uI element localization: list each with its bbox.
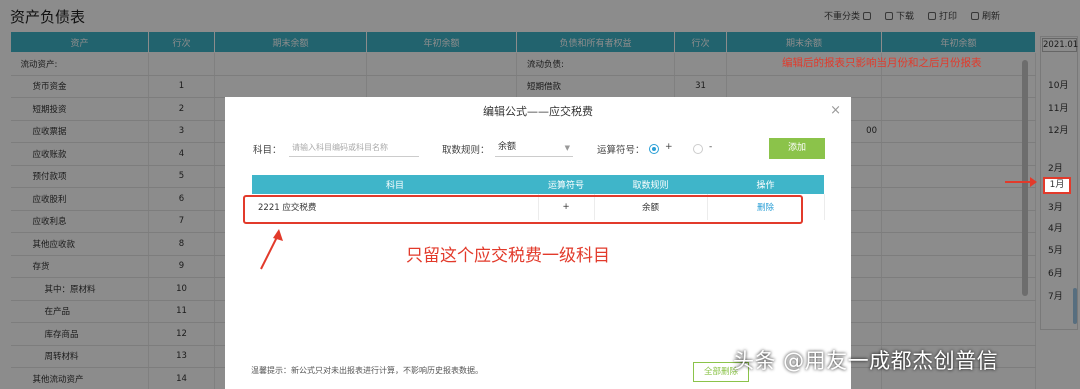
subject-label: 科目： bbox=[253, 145, 282, 156]
col-header: 操作 bbox=[707, 175, 824, 194]
dialog-title: 编辑公式——应交税费 bbox=[483, 105, 593, 118]
close-icon[interactable]: × bbox=[830, 103, 841, 118]
annotation-text: 只留这个应交税费一级科目 bbox=[406, 246, 610, 266]
rule-label: 取数规则： bbox=[442, 145, 490, 156]
col-header: 科目 bbox=[252, 175, 538, 194]
subject-input[interactable] bbox=[289, 139, 419, 157]
col-header: 运算符号 bbox=[538, 175, 594, 194]
arrow-icon bbox=[260, 229, 283, 270]
rule-value: 余额 bbox=[498, 142, 517, 152]
month-note: 编辑后的报表只影响当月份和之后月份报表 bbox=[782, 57, 982, 69]
arrow-icon bbox=[1005, 177, 1037, 187]
plus-radio-label: + bbox=[665, 142, 673, 152]
highlight-box bbox=[243, 195, 803, 224]
minus-radio[interactable] bbox=[693, 144, 703, 154]
current-month[interactable]: 1月 bbox=[1043, 177, 1071, 194]
operator-label: 运算符号： bbox=[597, 145, 645, 156]
minus-radio-label: - bbox=[709, 142, 713, 152]
col-header: 取数规则 bbox=[594, 175, 707, 194]
formula-header-row: 科目 运算符号 取数规则 操作 bbox=[252, 175, 824, 194]
plus-radio[interactable] bbox=[649, 144, 659, 154]
add-button[interactable]: 添加 bbox=[769, 138, 825, 159]
tip-text: 温馨提示：新公式只对未出报表进行计算，不影响历史报表数据。 bbox=[251, 366, 483, 375]
chevron-down-icon: ▼ bbox=[564, 144, 570, 152]
watermark: 头条 @用友一成都杰创普信 bbox=[733, 349, 999, 373]
rule-select[interactable]: 余额 ▼ bbox=[495, 139, 573, 157]
